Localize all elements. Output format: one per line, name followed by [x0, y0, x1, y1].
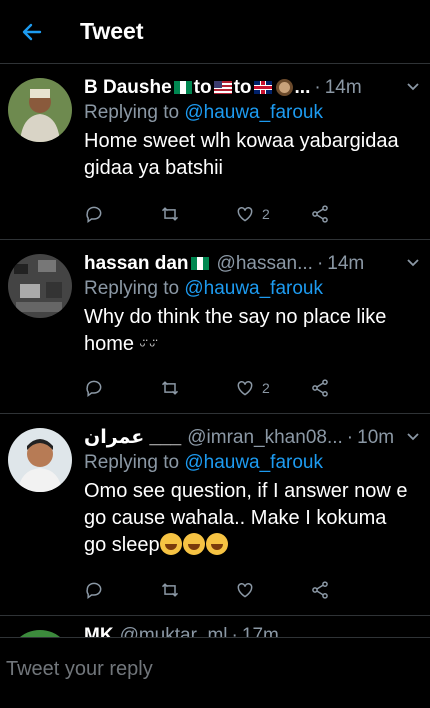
chevron-down-icon[interactable]	[406, 426, 420, 450]
timestamp[interactable]: 10m	[357, 426, 394, 450]
comment-icon	[86, 380, 102, 397]
tweet-3[interactable]: عمران ___ @imran_khan08... · 10m Replyin…	[0, 414, 430, 616]
mention-link[interactable]: @hauwa_farouk	[184, 452, 323, 473]
retweet-button[interactable]	[159, 580, 234, 600]
user-handle[interactable]: @imran_khan08...	[187, 426, 343, 450]
laughing-emoji-icon	[205, 533, 228, 555]
share-button[interactable]	[309, 378, 384, 398]
uk-flag-icon	[253, 81, 272, 94]
display-name[interactable]: عمران ___	[84, 426, 181, 450]
display-name[interactable]: hassan dan	[84, 252, 211, 276]
tweet-text: Omo see question, if I answer now e go c…	[84, 480, 408, 556]
mention-link[interactable]: @hauwa_farouk	[184, 102, 323, 123]
woman-emoji-icon	[275, 79, 293, 96]
nigeria-flag-icon	[190, 257, 209, 270]
user-handle[interactable]: @hassan...	[217, 252, 313, 276]
share-button[interactable]	[309, 204, 384, 224]
like-count: 2	[262, 380, 270, 396]
avatar[interactable]	[8, 78, 72, 142]
heart-icon	[237, 582, 253, 598]
tweet-2[interactable]: hassan dan @hassan... · 14m Replying to …	[0, 240, 430, 414]
arrow-left-icon	[22, 23, 42, 40]
comment-icon	[86, 582, 102, 599]
avatar[interactable]	[8, 428, 72, 492]
heart-icon	[237, 380, 253, 396]
laughing-emoji-icon	[159, 533, 182, 555]
top-bar: Tweet	[0, 0, 430, 64]
tweet-text: Why do think the say no place like home …	[84, 306, 387, 355]
chevron-down-icon[interactable]	[406, 252, 420, 276]
retweet-icon	[161, 583, 179, 597]
page-title: Tweet	[80, 18, 144, 44]
share-icon	[312, 581, 328, 599]
reply-button[interactable]	[84, 204, 159, 224]
like-count: 2	[262, 206, 270, 222]
retweet-button[interactable]	[159, 378, 234, 398]
display-name[interactable]: B Daushe to to...	[84, 76, 310, 100]
share-icon	[312, 205, 328, 223]
replying-to: Replying to @hauwa_farouk	[84, 278, 323, 299]
back-button[interactable]	[0, 20, 64, 44]
us-flag-icon	[213, 81, 232, 94]
retweet-icon	[161, 381, 179, 395]
mention-link[interactable]: @hauwa_farouk	[184, 278, 323, 299]
like-button[interactable]: 2	[234, 378, 309, 398]
face-emoji-icon: ᵕ̈ ᵕ̈	[139, 337, 156, 354]
retweet-icon	[161, 207, 179, 221]
reply-button[interactable]	[84, 378, 159, 398]
replying-to: Replying to @hauwa_farouk	[84, 452, 323, 473]
share-button[interactable]	[309, 580, 384, 600]
reply-input[interactable]: Tweet your reply	[6, 658, 153, 681]
heart-icon	[237, 206, 253, 222]
avatar[interactable]	[8, 254, 72, 318]
laughing-emoji-icon	[182, 533, 205, 555]
like-button[interactable]	[234, 580, 309, 600]
timestamp[interactable]: 14m	[327, 252, 364, 276]
reply-composer[interactable]: Tweet your reply	[0, 637, 430, 708]
retweet-button[interactable]	[159, 204, 234, 224]
share-icon	[312, 379, 328, 397]
tweet-text: Home sweet wlh kowaa yabargidaa gidaa ya…	[84, 130, 399, 179]
timestamp[interactable]: 14m	[325, 76, 362, 100]
reply-button[interactable]	[84, 580, 159, 600]
like-button[interactable]: 2	[234, 204, 309, 224]
nigeria-flag-icon	[173, 81, 192, 94]
comment-icon	[86, 206, 102, 223]
chevron-down-icon[interactable]	[406, 76, 420, 100]
replying-to: Replying to @hauwa_farouk	[84, 102, 323, 123]
tweet-1[interactable]: B Daushe to to... · 14m Replying to @hauwa…	[0, 64, 430, 240]
